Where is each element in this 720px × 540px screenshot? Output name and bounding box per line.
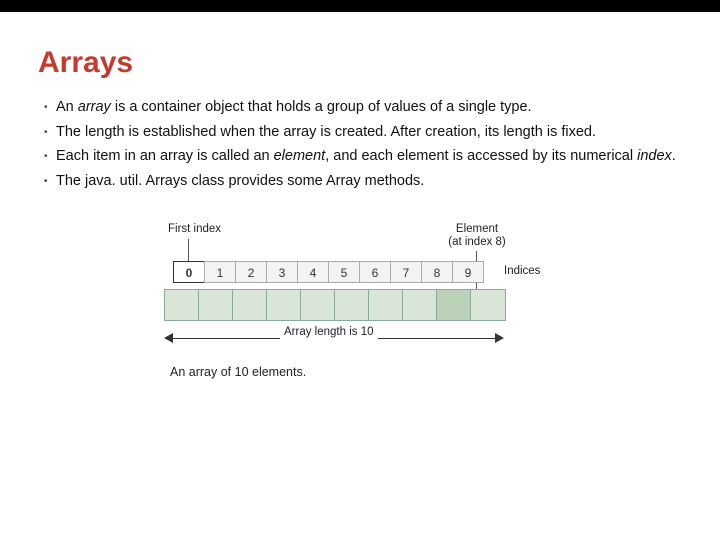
- slide-content: Arrays An array is a container object th…: [0, 12, 720, 393]
- element-label: Element (at index 8): [442, 223, 512, 249]
- cell-7: [403, 290, 437, 320]
- bullet-2: The length is established when the array…: [44, 123, 682, 143]
- cell-8-highlight: [437, 290, 471, 320]
- index-1: 1: [204, 261, 236, 283]
- slide-title: Arrays: [38, 46, 682, 80]
- first-index-label: First index: [168, 223, 221, 236]
- bullet-2-text: The length is established when the array…: [56, 124, 596, 140]
- cell-5: [335, 290, 369, 320]
- bullet-3-pre: Each item in an array is called an: [56, 148, 274, 164]
- bullet-1-pre: An: [56, 99, 78, 115]
- index-8: 8: [421, 261, 453, 283]
- index-4: 4: [297, 261, 329, 283]
- indices-row: 0 1 2 3 4 5 6 7 8 9: [174, 261, 484, 283]
- length-label: Array length is 10: [280, 326, 378, 339]
- index-3: 3: [266, 261, 298, 283]
- bullet-3: Each item in an array is called an eleme…: [44, 147, 682, 167]
- bullet-1: An array is a container object that hold…: [44, 98, 682, 118]
- element-label-line2: (at index 8): [448, 236, 506, 248]
- bullet-4-text: The java. util. Arrays class provides so…: [56, 173, 424, 189]
- index-0: 0: [173, 261, 205, 283]
- bullet-3-mid: , and each element is accessed by its nu…: [325, 148, 637, 164]
- bullet-list: An array is a container object that hold…: [38, 98, 682, 191]
- cell-4: [301, 290, 335, 320]
- cell-0: [165, 290, 199, 320]
- bullet-3-em1: element: [274, 148, 326, 164]
- top-black-bar: [0, 0, 720, 12]
- arrow-right-icon: [495, 333, 504, 343]
- indices-label: Indices: [504, 265, 540, 278]
- bullet-1-mid: is a container object that holds a group…: [111, 99, 532, 115]
- cell-9: [471, 290, 505, 320]
- index-6: 6: [359, 261, 391, 283]
- cell-1: [199, 290, 233, 320]
- index-7: 7: [390, 261, 422, 283]
- array-figure: First index Element (at index 8) 0 1 2 3…: [110, 223, 610, 393]
- element-label-line1: Element: [456, 223, 498, 235]
- bullet-3-em2: index: [637, 148, 672, 164]
- figure-caption: An array of 10 elements.: [170, 365, 306, 379]
- first-index-pointer: [188, 239, 189, 261]
- bullet-3-post: .: [672, 148, 676, 164]
- index-5: 5: [328, 261, 360, 283]
- index-2: 2: [235, 261, 267, 283]
- cell-3: [267, 290, 301, 320]
- array-cells: [164, 289, 506, 321]
- bullet-1-em: array: [78, 99, 111, 115]
- bullet-4: The java. util. Arrays class provides so…: [44, 172, 682, 192]
- index-9: 9: [452, 261, 484, 283]
- cell-2: [233, 290, 267, 320]
- cell-6: [369, 290, 403, 320]
